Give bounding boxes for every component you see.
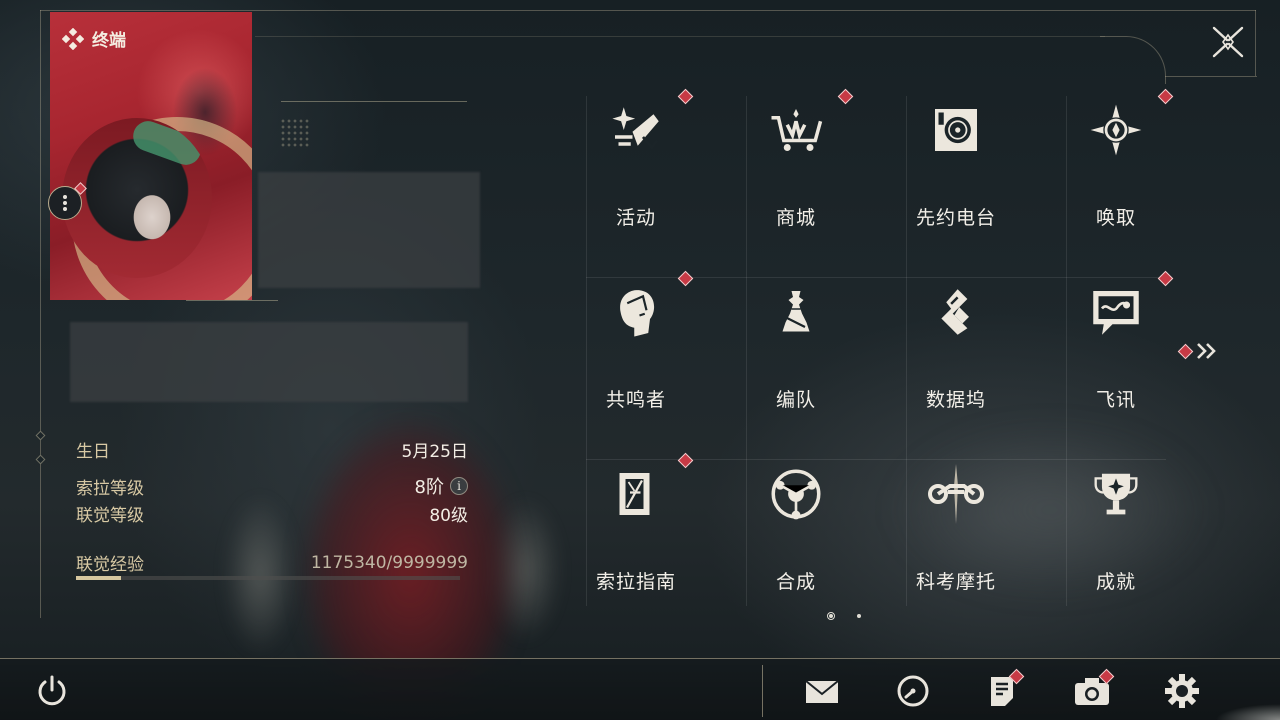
team-chess-icon (764, 280, 828, 344)
menu-tile[interactable]: 科考摩托 (906, 457, 1006, 607)
power-button[interactable] (30, 671, 74, 711)
frame-line-top (40, 10, 1256, 11)
resonator-head-icon (604, 280, 668, 344)
avatar[interactable] (62, 118, 212, 278)
summon-compass-icon (1084, 98, 1148, 162)
sola-level-row: 索拉等级 8阶 i (76, 473, 468, 499)
menu-tile[interactable]: 唤取 (1066, 88, 1174, 243)
bottom-separator (762, 665, 763, 717)
menu-pager (827, 612, 861, 620)
birthday-row: 生日 5月25日 (76, 437, 468, 462)
notice-button[interactable] (980, 668, 1025, 711)
menu-tile-label: 成就 (1095, 571, 1136, 593)
guide-book-icon (604, 462, 668, 526)
notification-badge (1177, 343, 1194, 359)
menu-tile-label: 飞讯 (1095, 389, 1136, 411)
menu-tile-label: 共鸣者 (605, 389, 666, 411)
union-level-value: 80级 (429, 506, 468, 526)
birthday-value: 5月25日 (401, 442, 468, 462)
menu-tile-label: 数据坞 (925, 389, 986, 411)
decor-line (186, 300, 278, 301)
data-dock-icon (924, 280, 988, 344)
menu-tile[interactable]: 成就 (1066, 457, 1166, 607)
menu-tile[interactable]: 共鸣者 (586, 270, 694, 425)
page-dot-2[interactable] (857, 614, 861, 618)
decor-dot-grid (280, 118, 310, 148)
close-button[interactable] (1208, 22, 1248, 62)
shop-cart-icon (764, 98, 828, 162)
info-icon[interactable]: i (450, 477, 468, 495)
menu-tile[interactable]: 活动 (586, 88, 694, 243)
menu-tile-label: 合成 (775, 571, 816, 593)
player-signature-area (70, 322, 468, 402)
corner-glow (1130, 690, 1280, 720)
menu-tile[interactable]: 合成 (746, 457, 846, 607)
menu-tile[interactable]: 飞讯 (1066, 270, 1174, 425)
menu-tile-label: 活动 (615, 207, 656, 229)
menu-tile[interactable]: 数据坞 (906, 275, 1006, 425)
double-chevron-right-icon (1197, 343, 1216, 359)
terminal-title: 终端 (92, 31, 126, 51)
sola-level-label: 索拉等级 (76, 478, 144, 499)
profile-more-button[interactable] (48, 182, 87, 220)
synthesis-icon (764, 462, 828, 526)
mail-button[interactable] (800, 671, 844, 711)
union-exp-label: 联觉经验 (76, 555, 144, 575)
union-level-row: 联觉等级 80级 (76, 501, 468, 526)
menu-tile[interactable]: 索拉指南 (586, 452, 694, 607)
sola-level-value: 8阶 (414, 477, 444, 498)
vertical-ellipsis-icon (63, 195, 67, 211)
frame-line-inner (255, 36, 1105, 37)
frame-corner-line (1165, 76, 1257, 77)
close-icon (1212, 26, 1244, 58)
menu-tile-label: 科考摩托 (915, 571, 996, 593)
power-icon (38, 675, 66, 706)
sola-level-value-wrap: 8阶 i (415, 473, 468, 499)
union-exp-bar-fill (76, 576, 122, 580)
page-dot-1[interactable] (827, 612, 835, 620)
diamond-cluster-icon (62, 27, 84, 50)
menu-tile-label: 索拉指南 (595, 571, 676, 593)
menu-tile-label: 唤取 (1095, 207, 1136, 229)
bottom-bar (0, 658, 1280, 720)
mail-icon (805, 680, 839, 703)
motorcycle-icon (924, 462, 988, 526)
event-sparkle-icon (604, 98, 668, 162)
menu-tile-label: 先约电台 (915, 207, 996, 229)
frame-corner-line-vertical (1255, 10, 1256, 76)
next-page-button[interactable] (1177, 338, 1224, 364)
decor-line (281, 101, 467, 102)
menu-tile[interactable]: 编队 (746, 275, 846, 425)
terminal-tag: 终端 (62, 26, 126, 51)
message-chat-icon (1084, 280, 1148, 344)
menu-tile[interactable]: 商城 (746, 88, 854, 243)
frame-line-left (40, 10, 41, 618)
player-name-area (258, 172, 480, 288)
union-exp-bar (76, 576, 460, 580)
union-level-label: 联觉等级 (76, 506, 144, 526)
radio-icon (924, 98, 988, 162)
clock-icon (897, 675, 929, 707)
camera-button[interactable] (1070, 668, 1115, 711)
menu-tile-label: 编队 (775, 389, 816, 411)
birthday-label: 生日 (76, 442, 110, 462)
menu-tile[interactable]: 先约电台 (906, 93, 1006, 243)
clock-button[interactable] (891, 671, 935, 711)
union-exp-value: 1175340/9999999 (310, 552, 468, 573)
trophy-icon (1084, 462, 1148, 526)
menu-tile-label: 商城 (775, 207, 816, 229)
union-exp-row: 联觉经验 1175340/9999999 (76, 550, 468, 576)
